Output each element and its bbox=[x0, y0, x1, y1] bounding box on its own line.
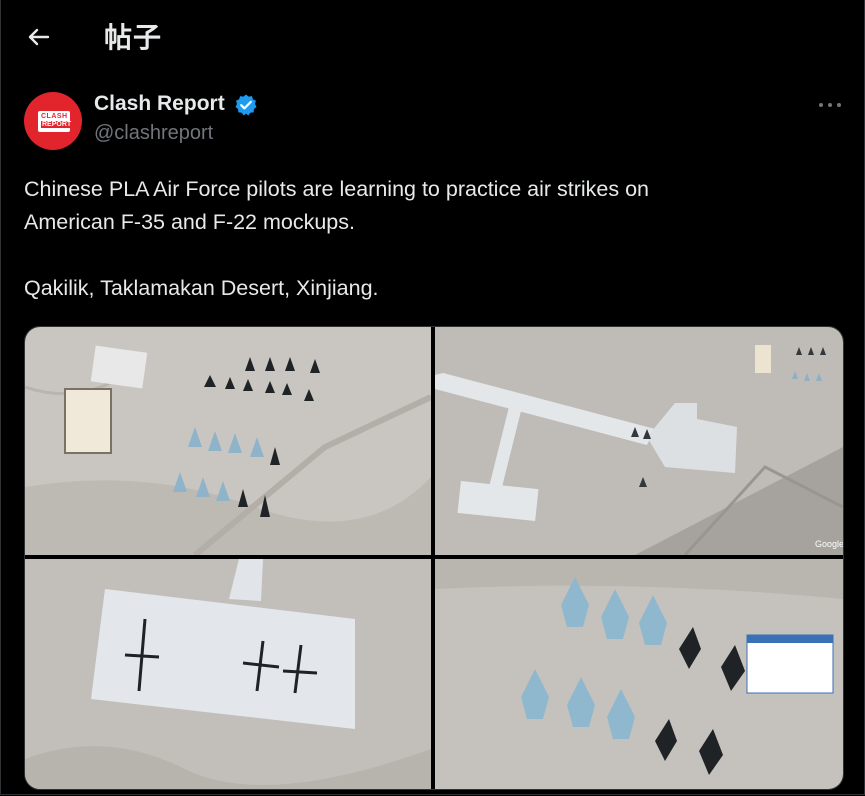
author-handle[interactable]: @clashreport bbox=[94, 122, 213, 145]
back-button[interactable] bbox=[24, 22, 54, 52]
post-text: Chinese PLA Air Force pilots are learnin… bbox=[24, 173, 834, 305]
media-grid[interactable]: Google bbox=[24, 326, 844, 790]
post-text-line: Chinese PLA Air Force pilots are learnin… bbox=[24, 177, 649, 201]
satellite-image: Google bbox=[435, 327, 843, 555]
logo-text-top: CLASH bbox=[41, 113, 68, 120]
avatar[interactable]: CLASH REPORT bbox=[24, 92, 82, 150]
google-watermark: Google bbox=[815, 539, 843, 549]
media-image-2[interactable]: Google bbox=[435, 327, 843, 555]
page-title: 帖子 bbox=[104, 22, 163, 53]
media-image-3[interactable] bbox=[25, 559, 431, 789]
satellite-image bbox=[25, 327, 431, 555]
logo-text-bottom: REPORT bbox=[41, 121, 73, 128]
post-text-line: American F-35 and F-22 mockups. bbox=[24, 210, 355, 234]
header-bar: 帖子 bbox=[0, 0, 865, 76]
more-dots-icon bbox=[819, 103, 841, 107]
satellite-image bbox=[25, 559, 431, 789]
media-image-1[interactable] bbox=[25, 327, 431, 555]
post-text-line: Qakilik, Taklamakan Desert, Xinjiang. bbox=[24, 276, 379, 300]
author-name[interactable]: Clash Report bbox=[94, 92, 225, 116]
arrow-left-icon bbox=[28, 28, 50, 46]
satellite-image bbox=[435, 559, 843, 789]
clash-report-logo: CLASH REPORT bbox=[38, 111, 73, 132]
media-image-4[interactable] bbox=[435, 559, 843, 789]
verified-badge-icon[interactable] bbox=[234, 93, 258, 117]
more-options-button[interactable] bbox=[816, 98, 844, 112]
